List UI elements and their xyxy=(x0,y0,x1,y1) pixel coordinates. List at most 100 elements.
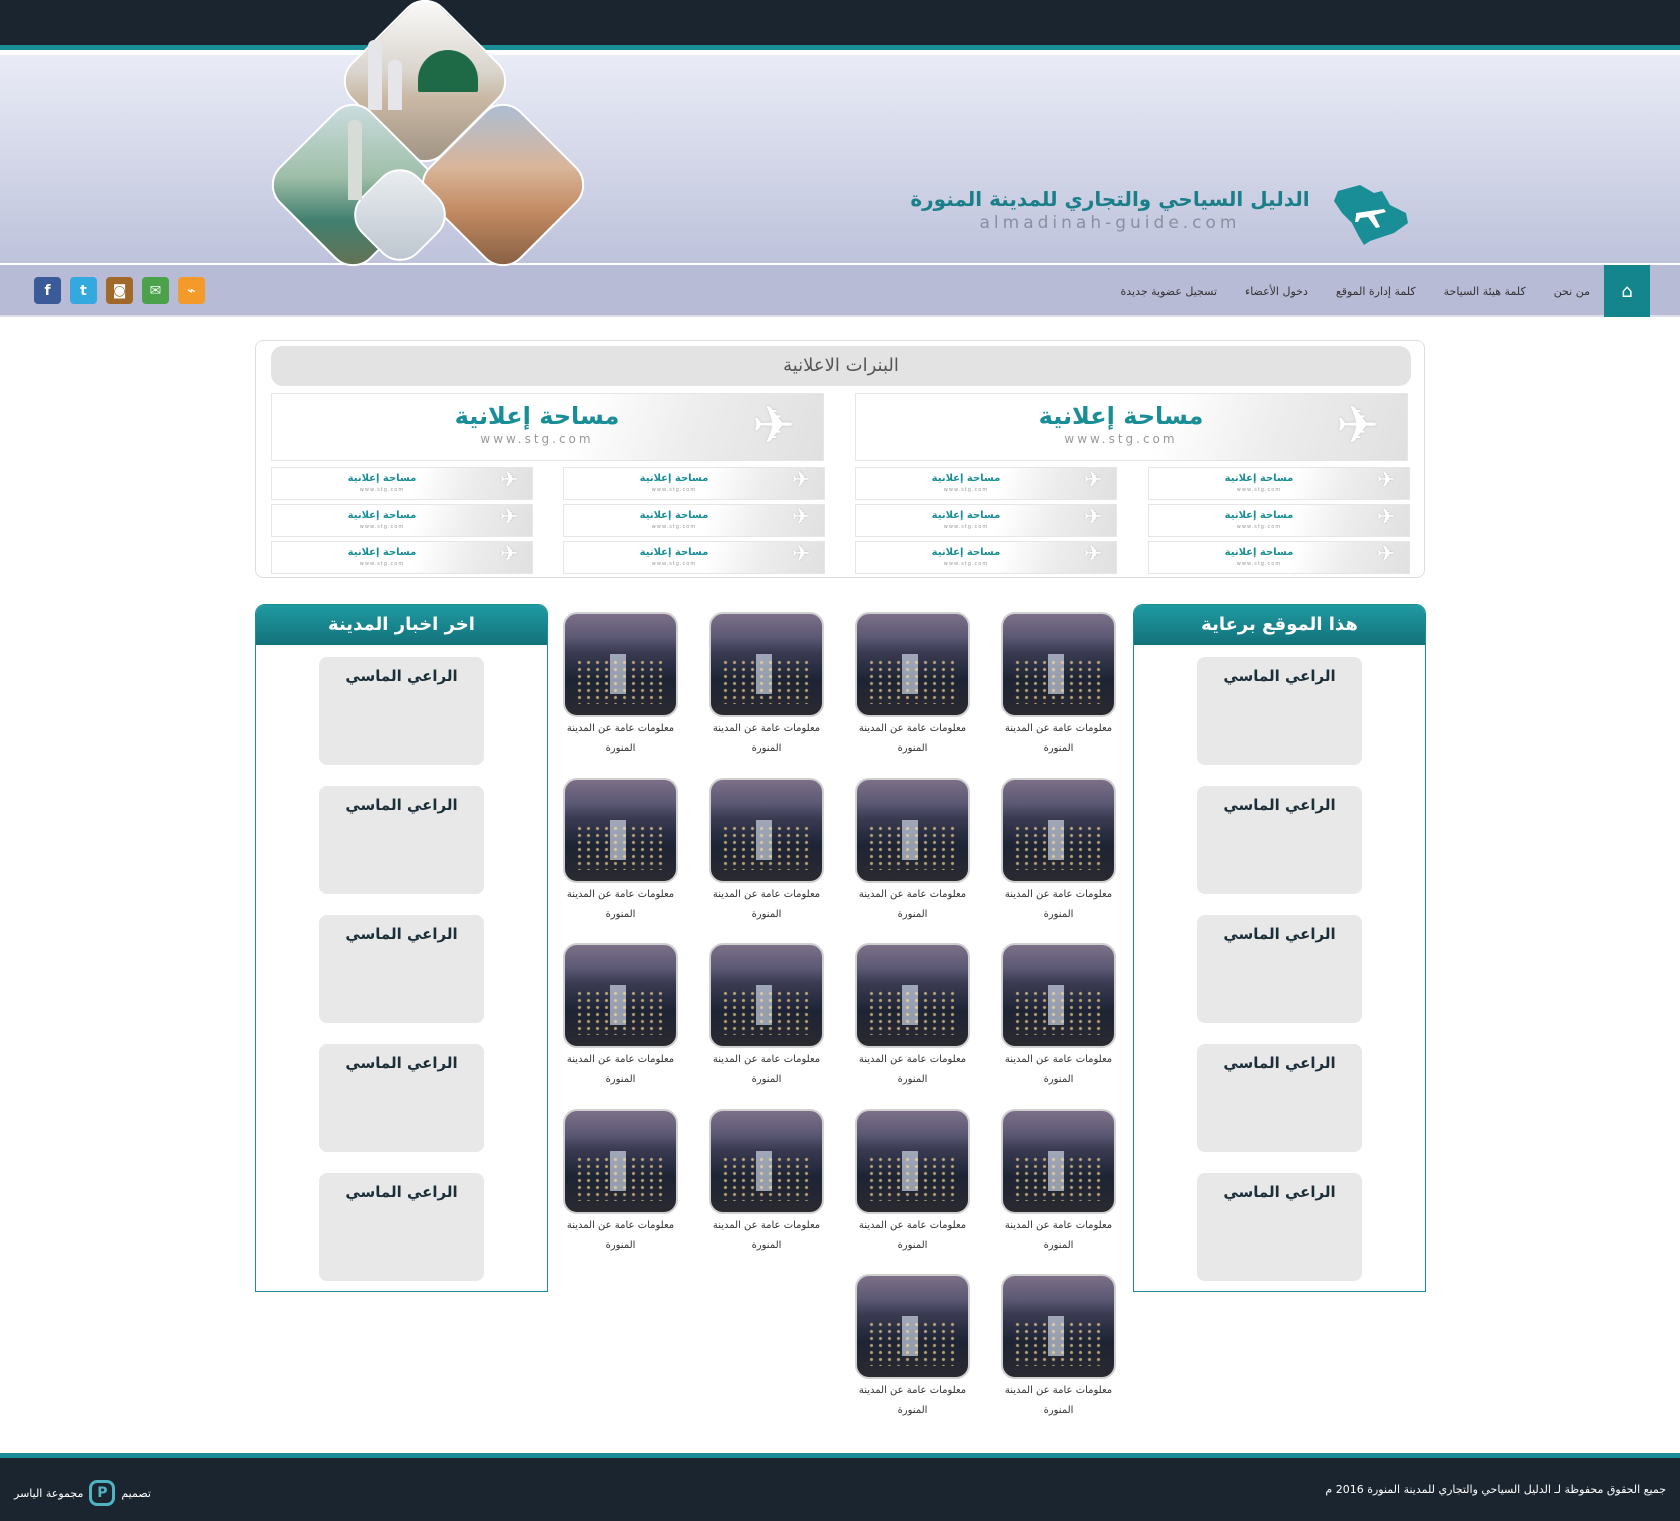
sponsor-card[interactable]: الراعي الماسي xyxy=(319,786,484,894)
sponsor-card[interactable]: الراعي الماسي xyxy=(1197,657,1362,765)
ad-banner[interactable]: ✈ مساحة إعلانية www.stg.com xyxy=(1148,504,1410,537)
ad-banner[interactable]: ✈ مساحة إعلانية www.stg.com xyxy=(855,393,1408,461)
nav-member-login[interactable]: دخول الأعضاء xyxy=(1245,285,1308,298)
city-night-image xyxy=(1001,778,1116,883)
tile-caption-line1: معلومات عامة عن المدينة xyxy=(858,889,967,900)
home-button[interactable]: ⌂ xyxy=(1604,265,1650,317)
tile-caption-line2: المنورة xyxy=(751,909,782,920)
info-tile[interactable]: معلومات عامة عن المدينة المنورة xyxy=(709,612,824,759)
designer-credit[interactable]: تصميم P مجموعة الياسر xyxy=(14,1480,151,1506)
twitter-icon[interactable]: t xyxy=(70,277,97,304)
ad-banner[interactable]: ✈ مساحة إعلانية www.stg.com xyxy=(563,467,825,500)
ad-banner[interactable]: ✈ مساحة إعلانية www.stg.com xyxy=(1148,467,1410,500)
rss-icon[interactable]: ⌁ xyxy=(178,277,205,304)
ad-banner[interactable]: ✈ مساحة إعلانية www.stg.com xyxy=(271,504,533,537)
airplane-icon: ✈ xyxy=(500,505,519,530)
tile-caption-line1: معلومات عامة عن المدينة xyxy=(712,1054,821,1065)
sponsor-card[interactable]: الراعي الماسي xyxy=(319,1173,484,1281)
nav-management-word[interactable]: كلمة إدارة الموقع xyxy=(1336,285,1416,298)
info-tile[interactable]: معلومات عامة عن المدينة المنورة xyxy=(855,778,970,925)
sponsor-card[interactable]: الراعي الماسي xyxy=(319,657,484,765)
info-tile[interactable]: معلومات عامة عن المدينة المنورة xyxy=(1001,1274,1116,1421)
info-tile[interactable]: معلومات عامة عن المدينة المنورة xyxy=(563,612,678,759)
tile-caption-line2: المنورة xyxy=(751,1240,782,1251)
ad-banner[interactable]: ✈ مساحة إعلانية www.stg.com xyxy=(855,504,1117,537)
saudi-map-plane-logo[interactable] xyxy=(1330,183,1410,247)
news-title: اخر اخبار المدينة xyxy=(256,605,547,645)
info-tile[interactable]: معلومات عامة عن المدينة المنورة xyxy=(1001,612,1116,759)
ad-label: مساحة إعلانية xyxy=(639,547,709,558)
header-collage xyxy=(261,0,595,277)
ad-banners-title: البنرات الاعلانية xyxy=(271,346,1411,386)
tile-caption-line2: المنورة xyxy=(897,909,928,920)
tile-caption-line2: المنورة xyxy=(605,743,636,754)
site-header: الدليل السياحي والتجاري للمدينة المنورة … xyxy=(0,55,1680,263)
info-tile[interactable]: معلومات عامة عن المدينة المنورة xyxy=(1001,943,1116,1090)
info-tile[interactable]: معلومات عامة عن المدينة المنورة xyxy=(709,943,824,1090)
tile-caption-line1: معلومات عامة عن المدينة xyxy=(1004,1220,1113,1231)
ad-label: مساحة إعلانية xyxy=(639,473,709,484)
tile-caption: معلومات عامة عن المدينة المنورة xyxy=(563,1050,678,1090)
info-tile[interactable]: معلومات عامة عن المدينة المنورة xyxy=(855,1274,970,1421)
ad-banner[interactable]: ✈ مساحة إعلانية www.stg.com xyxy=(855,467,1117,500)
tile-caption: معلومات عامة عن المدينة المنورة xyxy=(1001,1381,1116,1421)
ad-banner[interactable]: ✈ مساحة إعلانية www.stg.com xyxy=(563,504,825,537)
sponsor-card[interactable]: الراعي الماسي xyxy=(1197,1044,1362,1152)
email-icon[interactable]: ✉ xyxy=(142,277,169,304)
city-night-image xyxy=(855,1274,970,1379)
top-bar xyxy=(0,0,1680,50)
info-tile[interactable]: معلومات عامة عن المدينة المنورة xyxy=(855,612,970,759)
tile-caption: معلومات عامة عن المدينة المنورة xyxy=(1001,1050,1116,1090)
tile-caption-line2: المنورة xyxy=(897,1240,928,1251)
news-sidebar: اخر اخبار المدينة الراعي الماسي الراعي ال… xyxy=(255,604,548,1292)
airplane-icon: ✈ xyxy=(500,468,519,493)
site-title[interactable]: الدليل السياحي والتجاري للمدينة المنورة xyxy=(900,187,1320,211)
ad-label: مساحة إعلانية xyxy=(1224,510,1294,521)
city-night-image xyxy=(563,778,678,883)
ad-banner[interactable]: ✈ مساحة إعلانية www.stg.com xyxy=(271,467,533,500)
nav-tourism-word[interactable]: كلمة هيئة السياحة xyxy=(1444,285,1526,298)
sponsor-card[interactable]: الراعي الماسي xyxy=(1197,786,1362,894)
info-tile[interactable]: معلومات عامة عن المدينة المنورة xyxy=(563,778,678,925)
ad-label: مساحة إعلانية xyxy=(347,547,417,558)
tile-caption-line2: المنورة xyxy=(1043,1405,1074,1416)
ad-banner[interactable]: ✈ مساحة إعلانية www.stg.com xyxy=(563,541,825,574)
ad-label: مساحة إعلانية xyxy=(347,473,417,484)
info-tile[interactable]: معلومات عامة عن المدينة المنورة xyxy=(709,1109,824,1256)
ad-banner[interactable]: ✈ مساحة إعلانية www.stg.com xyxy=(855,541,1117,574)
info-tile[interactable]: معلومات عامة عن المدينة المنورة xyxy=(1001,778,1116,925)
instagram-icon[interactable]: ◙ xyxy=(106,277,133,304)
info-tile[interactable]: معلومات عامة عن المدينة المنورة xyxy=(855,1109,970,1256)
ad-banners-section: البنرات الاعلانية ✈ مساحة إعلانية www.stg.… xyxy=(255,340,1425,578)
info-tile[interactable]: معلومات عامة عن المدينة المنورة xyxy=(563,1109,678,1256)
nav-about[interactable]: من نحن xyxy=(1554,285,1590,298)
ad-url: www.stg.com xyxy=(359,487,405,493)
info-tile[interactable]: معلومات عامة عن المدينة المنورة xyxy=(855,943,970,1090)
ad-banner[interactable]: ✈ مساحة إعلانية www.stg.com xyxy=(1148,541,1410,574)
sponsor-card[interactable]: الراعي الماسي xyxy=(1197,915,1362,1023)
ad-banner[interactable]: ✈ مساحة إعلانية www.stg.com xyxy=(271,541,533,574)
ad-label: مساحة إعلانية xyxy=(931,547,1001,558)
ad-url: www.stg.com xyxy=(651,561,697,567)
tile-caption-line1: معلومات عامة عن المدينة xyxy=(1004,889,1113,900)
site-domain: almadinah-guide.com xyxy=(979,213,1241,233)
sponsor-card[interactable]: الراعي الماسي xyxy=(319,915,484,1023)
design-label: تصميم xyxy=(121,1486,151,1500)
info-tile[interactable]: معلومات عامة عن المدينة المنورة xyxy=(1001,1109,1116,1256)
nav-register[interactable]: تسجيل عضوية جديدة xyxy=(1120,285,1217,298)
sponsor-card[interactable]: الراعي الماسي xyxy=(319,1044,484,1152)
minaret-image xyxy=(388,60,402,110)
city-night-image xyxy=(1001,1274,1116,1379)
facebook-icon[interactable]: f xyxy=(34,277,61,304)
designer-logo-icon: P xyxy=(89,1480,116,1506)
info-tile[interactable]: معلومات عامة عن المدينة المنورة xyxy=(709,778,824,925)
ad-url: www.stg.com xyxy=(943,487,989,493)
home-icon: ⌂ xyxy=(1621,280,1633,302)
sponsor-card[interactable]: الراعي الماسي xyxy=(1197,1173,1362,1281)
tile-caption-line2: المنورة xyxy=(897,1405,928,1416)
ad-url: www.stg.com xyxy=(1236,561,1282,567)
tile-caption: معلومات عامة عن المدينة المنورة xyxy=(563,719,678,759)
info-tile[interactable]: معلومات عامة عن المدينة المنورة xyxy=(563,943,678,1090)
ad-banner[interactable]: ✈ مساحة إعلانية www.stg.com xyxy=(271,393,824,461)
city-night-image xyxy=(563,1109,678,1214)
